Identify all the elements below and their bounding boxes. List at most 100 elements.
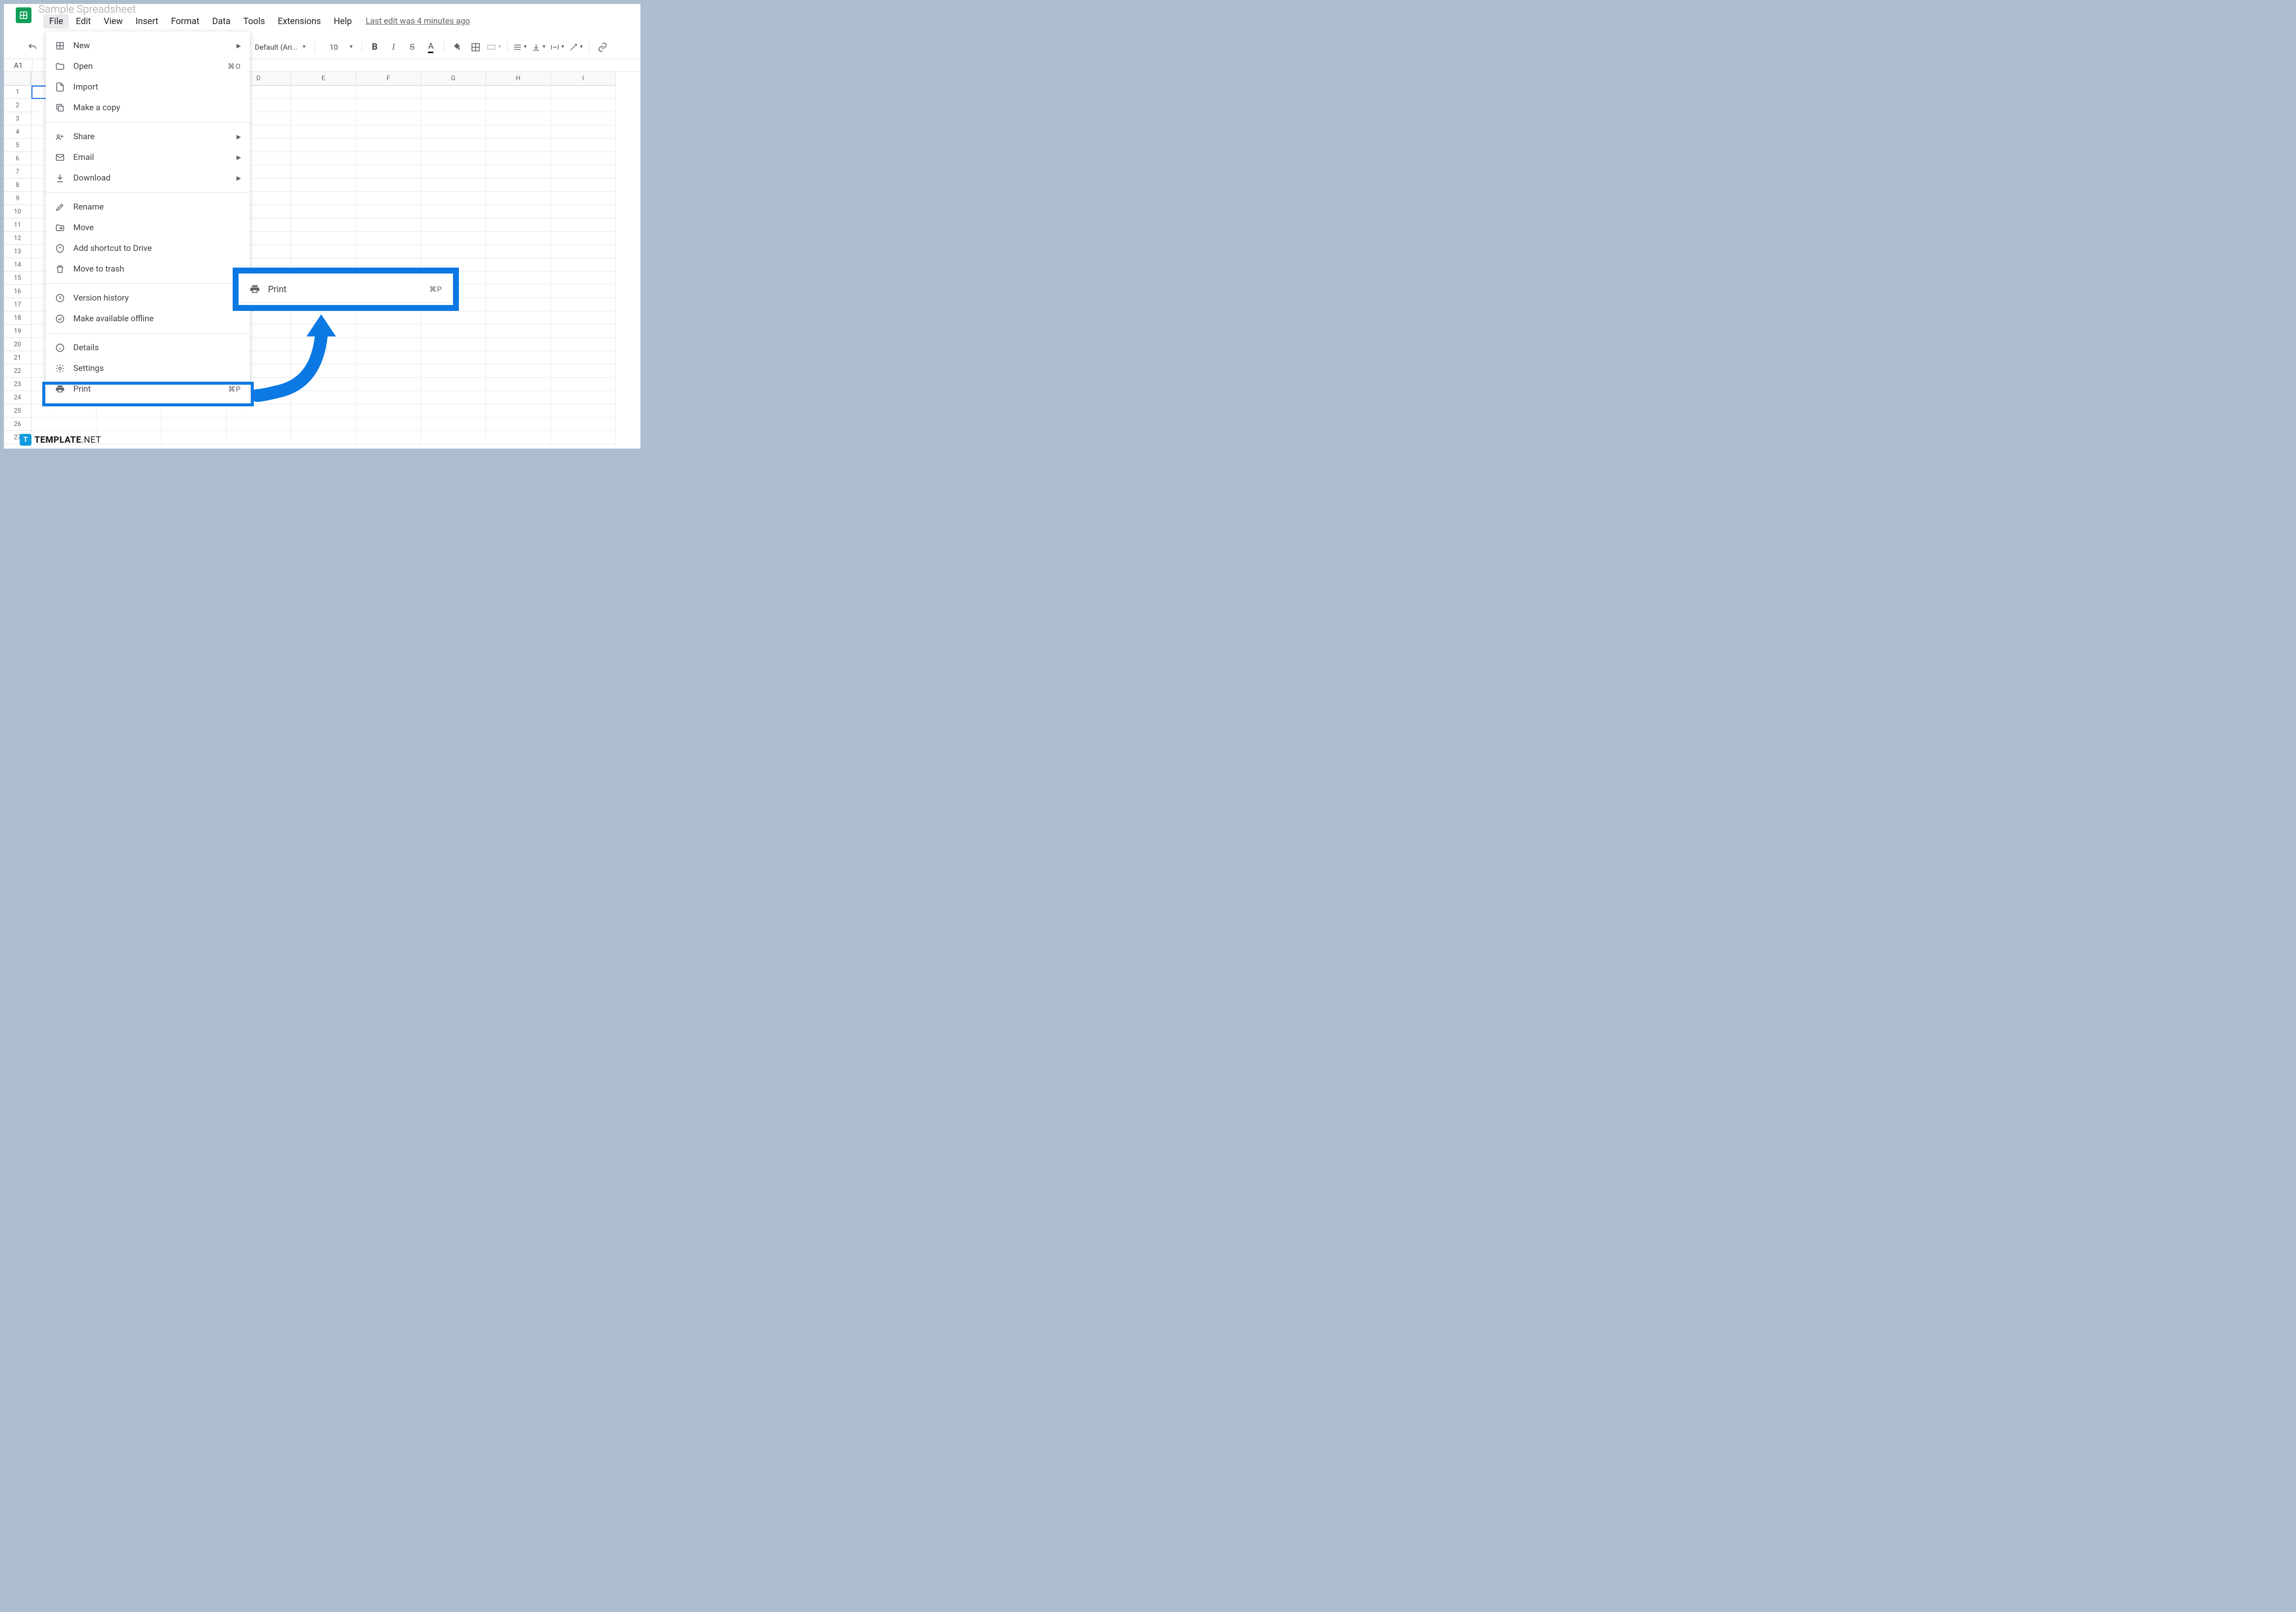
select-all-corner[interactable] — [4, 72, 31, 86]
cell[interactable] — [551, 192, 616, 205]
cell[interactable] — [551, 391, 616, 404]
row-header[interactable]: 24 — [4, 391, 31, 404]
cell[interactable] — [421, 418, 486, 431]
cell[interactable] — [486, 112, 551, 125]
cell[interactable] — [356, 192, 421, 205]
cell[interactable] — [356, 232, 421, 245]
cell[interactable] — [421, 338, 486, 351]
cell[interactable] — [356, 112, 421, 125]
cell[interactable] — [421, 365, 486, 378]
cell[interactable] — [486, 351, 551, 365]
cell[interactable] — [421, 99, 486, 112]
cell[interactable] — [486, 391, 551, 404]
row-header[interactable]: 12 — [4, 232, 31, 245]
last-edit-link[interactable]: Last edit was 4 minutes ago — [365, 16, 470, 26]
row-header[interactable]: 15 — [4, 272, 31, 285]
cell[interactable] — [551, 311, 616, 325]
cell[interactable] — [356, 165, 421, 179]
cell[interactable] — [356, 365, 421, 378]
cell[interactable] — [356, 418, 421, 431]
wrap-button[interactable]: ▼ — [550, 39, 566, 55]
borders-button[interactable] — [468, 39, 483, 55]
row-header[interactable]: 9 — [4, 192, 31, 205]
cell[interactable] — [551, 325, 616, 338]
rotate-button[interactable]: ▼ — [569, 39, 584, 55]
cell[interactable] — [486, 298, 551, 311]
cell[interactable] — [356, 205, 421, 218]
menu-email[interactable]: Email ▶ — [46, 147, 250, 168]
cell[interactable] — [356, 125, 421, 139]
cell[interactable] — [551, 404, 616, 418]
row-header[interactable]: 3 — [4, 112, 31, 125]
cell[interactable] — [551, 205, 616, 218]
cell[interactable] — [356, 245, 421, 258]
menu-view[interactable]: View — [98, 14, 129, 29]
row-header[interactable]: 2 — [4, 99, 31, 112]
column-header[interactable]: I — [551, 72, 616, 86]
cell[interactable] — [421, 311, 486, 325]
row-header[interactable]: 10 — [4, 205, 31, 218]
cell[interactable] — [291, 99, 356, 112]
cell[interactable] — [356, 152, 421, 165]
cell[interactable] — [356, 404, 421, 418]
menu-format[interactable]: Format — [165, 14, 206, 29]
cell[interactable] — [356, 139, 421, 152]
row-header[interactable]: 20 — [4, 338, 31, 351]
cell[interactable] — [96, 431, 161, 444]
row-header[interactable]: 11 — [4, 218, 31, 232]
cell[interactable] — [551, 272, 616, 285]
cell[interactable] — [551, 86, 616, 99]
cell[interactable] — [31, 404, 96, 418]
cell[interactable] — [486, 338, 551, 351]
strikethrough-button[interactable]: S — [404, 39, 420, 55]
row-header[interactable]: 13 — [4, 245, 31, 258]
cell[interactable] — [161, 431, 226, 444]
font-selector[interactable]: Default (Ari...▼ — [252, 43, 309, 52]
cell[interactable] — [291, 205, 356, 218]
menu-version-history[interactable]: Version history ▶ — [46, 288, 250, 308]
cell[interactable] — [486, 431, 551, 444]
name-box[interactable]: A1 — [4, 59, 32, 71]
cell[interactable] — [421, 152, 486, 165]
cell[interactable] — [551, 179, 616, 192]
cell[interactable] — [291, 179, 356, 192]
menu-new[interactable]: New ▶ — [46, 35, 250, 56]
cell[interactable] — [421, 205, 486, 218]
cell[interactable] — [486, 325, 551, 338]
cell[interactable] — [486, 125, 551, 139]
cell[interactable] — [486, 99, 551, 112]
cell[interactable] — [291, 125, 356, 139]
menu-settings[interactable]: Settings — [46, 358, 250, 379]
cell[interactable] — [551, 418, 616, 431]
cell[interactable] — [486, 179, 551, 192]
menu-extensions[interactable]: Extensions — [272, 14, 327, 29]
doc-title[interactable]: Sample Spreadsheet — [38, 4, 136, 16]
cell[interactable] — [486, 165, 551, 179]
cell[interactable] — [551, 99, 616, 112]
cell[interactable] — [291, 404, 356, 418]
cell[interactable] — [551, 351, 616, 365]
cell[interactable] — [486, 365, 551, 378]
menu-make-copy[interactable]: Make a copy — [46, 97, 250, 118]
cell[interactable] — [291, 431, 356, 444]
menu-details[interactable]: Details — [46, 337, 250, 358]
cell[interactable] — [551, 285, 616, 298]
menu-add-shortcut[interactable]: Add shortcut to Drive — [46, 238, 250, 259]
cell[interactable] — [356, 391, 421, 404]
menu-data[interactable]: Data — [206, 14, 236, 29]
cell[interactable] — [421, 378, 486, 391]
cell[interactable] — [486, 86, 551, 99]
menu-move[interactable]: Move — [46, 217, 250, 238]
cell[interactable] — [421, 245, 486, 258]
cell[interactable] — [291, 86, 356, 99]
cell[interactable] — [551, 365, 616, 378]
menu-insert[interactable]: Insert — [130, 14, 164, 29]
cell[interactable] — [486, 205, 551, 218]
menu-download[interactable]: Download ▶ — [46, 168, 250, 188]
link-button[interactable] — [595, 39, 610, 55]
cell[interactable] — [551, 139, 616, 152]
cell[interactable] — [486, 152, 551, 165]
italic-button[interactable]: I — [386, 39, 401, 55]
cell[interactable] — [356, 431, 421, 444]
cell[interactable] — [486, 232, 551, 245]
